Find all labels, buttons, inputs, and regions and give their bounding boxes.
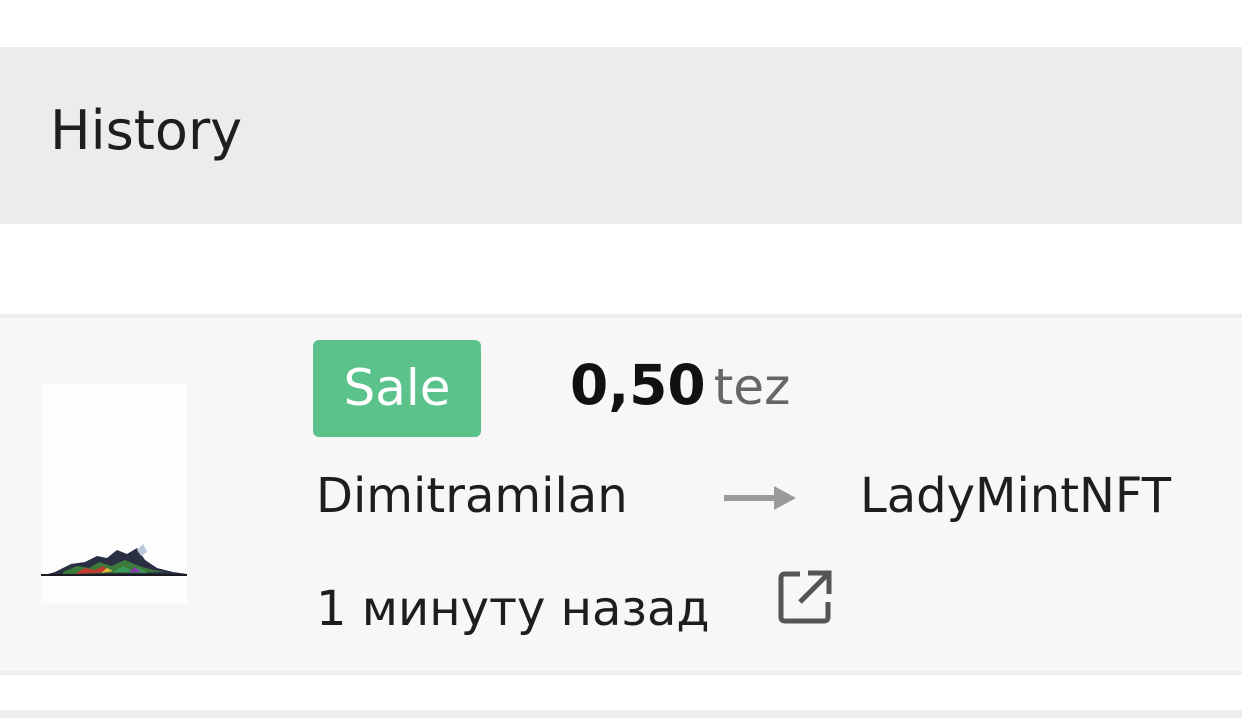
artwork-image — [41, 384, 187, 604]
sale-badge: Sale — [313, 340, 481, 437]
arrow-right-icon — [724, 486, 796, 510]
price: 0,50 tez — [570, 352, 790, 420]
seller-link[interactable]: Dimitramilan — [316, 465, 628, 527]
price-currency: tez — [713, 358, 791, 416]
history-title: History — [50, 99, 243, 162]
price-value: 0,50 — [570, 353, 706, 417]
timestamp: 1 минуту назад — [316, 581, 710, 637]
next-row-edge — [0, 710, 1242, 718]
buyer-link[interactable]: LadyMintNFT — [860, 465, 1171, 527]
artwork-thumbnail[interactable] — [41, 384, 187, 604]
external-link-icon[interactable] — [776, 568, 834, 626]
page: History Sale 0,50 tez Dimitramilan LadyMi… — [0, 0, 1242, 718]
